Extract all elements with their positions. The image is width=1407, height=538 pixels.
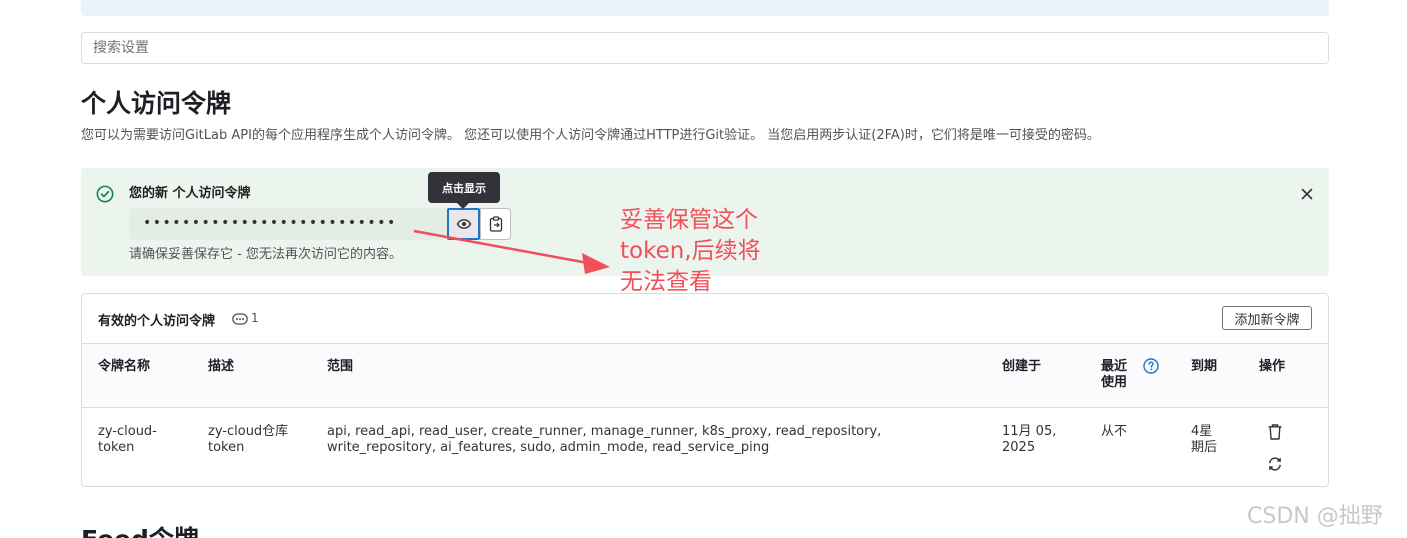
add-new-token-button[interactable]: 添加新令牌 [1222, 306, 1312, 330]
table-header: 令牌名称 描述 范围 创建于 最近使用 到期 操作 [82, 344, 1328, 408]
alert-title: 您的新 个人访问令牌 [129, 186, 251, 201]
token-scopes-cell: api, read_api, read_user, create_runner,… [327, 424, 882, 455]
watermark: CSDN @拙野 [1247, 504, 1383, 529]
table-row: zy-cloud-token zy-cloud仓库token api, read… [82, 409, 1328, 487]
column-header-actions: 操作 [1259, 359, 1286, 374]
active-tokens-card: 有效的个人访问令牌 1 添加新令牌 令牌名称 描述 范围 创建于 最近使用 到期… [81, 293, 1329, 487]
annotation-line: token,后续将 [620, 238, 761, 264]
token-count: 1 [251, 311, 259, 325]
column-header-description[interactable]: 描述 [208, 359, 234, 375]
tooltip-arrow [457, 203, 469, 209]
masked-token-field[interactable]: •••••••••••••••••••••••••• [129, 208, 447, 240]
page-title: 个人访问令牌 [81, 89, 232, 118]
token-count-icon [232, 313, 248, 325]
handwritten-annotation: 妥善保管这个 token,后续将 无法查看 [620, 205, 761, 298]
annotation-line: 妥善保管这个 [620, 207, 758, 233]
eye-icon [456, 219, 471, 229]
token-name-cell: zy-cloud-token [98, 424, 157, 455]
annotation-line: 无法查看 [620, 269, 712, 295]
check-circle-icon [96, 185, 114, 203]
page-description: 您可以为需要访问GitLab API的每个应用程序生成个人访问令牌。 您还可以使… [81, 128, 1100, 143]
column-header-created[interactable]: 创建于 [1002, 359, 1041, 375]
column-header-name[interactable]: 令牌名称 [98, 359, 150, 375]
trash-icon[interactable] [1267, 423, 1283, 441]
token-last-used-cell: 从不 [1101, 424, 1128, 439]
clipboard-icon [489, 216, 502, 232]
feed-token-title: Feed令牌 [81, 520, 199, 538]
copy-token-button[interactable] [480, 208, 511, 240]
search-settings-input[interactable] [81, 32, 1329, 64]
column-header-last-used[interactable]: 最近使用 [1101, 359, 1133, 391]
alert-note: 请确保妥善保存它 - 您无法再次访问它的内容。 [129, 247, 402, 262]
card-title: 有效的个人访问令牌 [98, 314, 216, 329]
column-header-expires[interactable]: 到期 [1191, 359, 1217, 375]
token-description-cell: zy-cloud仓库token [208, 424, 289, 455]
rotate-token-icon[interactable] [1267, 455, 1283, 473]
token-expires-cell: 4星期后 [1191, 424, 1218, 455]
info-banner-strip [81, 0, 1329, 16]
column-header-scopes[interactable]: 范围 [327, 359, 353, 375]
reveal-tooltip: 点击显示 [428, 172, 500, 203]
token-created-cell: 11月 05, 2025 [1002, 424, 1057, 455]
help-icon[interactable] [1143, 358, 1159, 374]
close-icon[interactable] [1299, 186, 1315, 202]
card-header: 有效的个人访问令牌 1 添加新令牌 [82, 294, 1328, 344]
reveal-token-button[interactable] [447, 208, 480, 240]
